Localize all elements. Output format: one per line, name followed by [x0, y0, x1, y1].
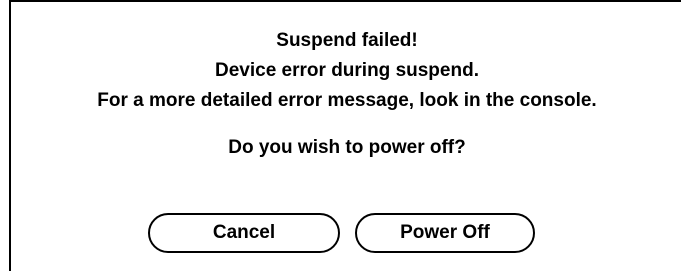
dialog-title: Suspend failed! [276, 30, 418, 51]
suspend-failed-dialog: Suspend failed! Device error during susp… [9, 0, 681, 271]
power-off-question: Do you wish to power off? [228, 137, 466, 158]
cancel-button[interactable]: Cancel [148, 213, 340, 253]
power-off-button[interactable]: Power Off [355, 213, 535, 253]
error-message: Device error during suspend. [215, 60, 479, 81]
console-hint: For a more detailed error message, look … [97, 90, 597, 111]
